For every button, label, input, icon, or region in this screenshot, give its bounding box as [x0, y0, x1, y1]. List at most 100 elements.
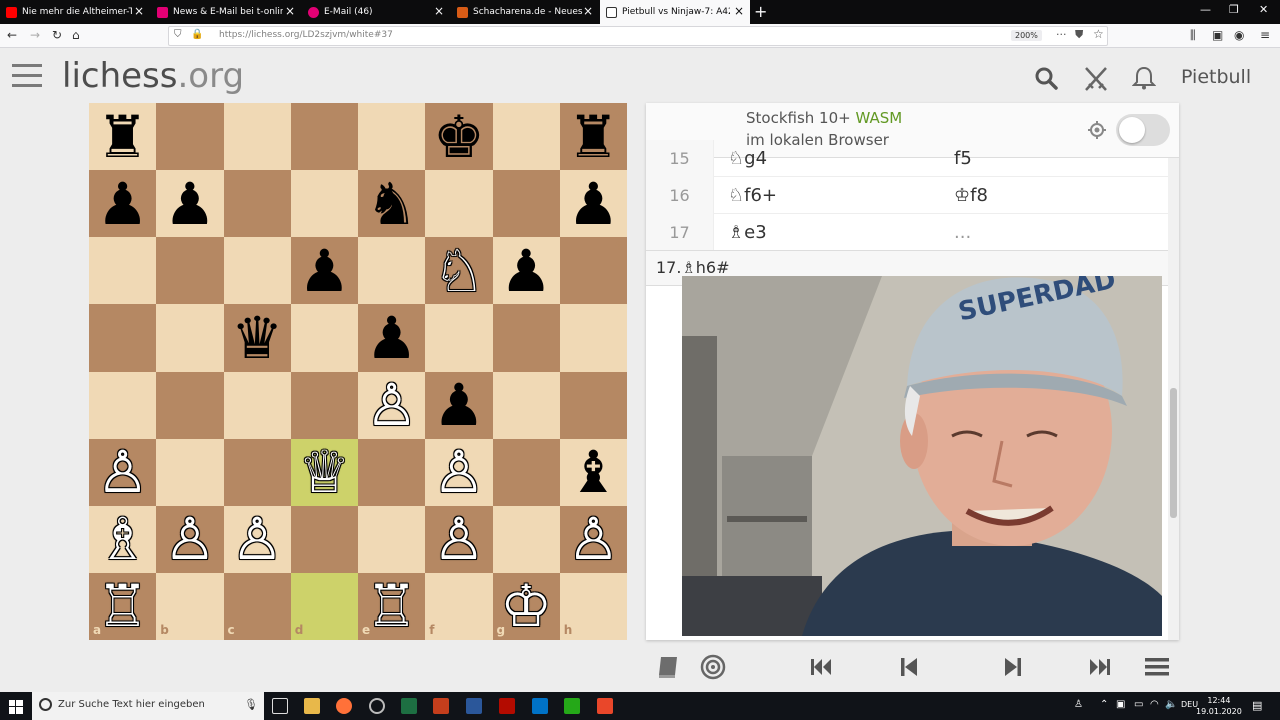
square-g4[interactable]	[492, 371, 560, 439]
browser-tab[interactable]: Schacharena.de - Neues Spiel ×	[451, 0, 599, 24]
black-move[interactable]: f5	[954, 140, 972, 177]
square-d8[interactable]	[290, 103, 358, 171]
book-icon[interactable]	[655, 654, 681, 684]
browser-tab[interactable]: E-Mail (46) ×	[302, 0, 450, 24]
square-c6[interactable]	[223, 237, 291, 305]
browser-tab[interactable]: Nie mehr die Altheimer-Tablett... ×	[0, 0, 150, 24]
acrobat-icon[interactable]	[499, 698, 515, 714]
black-bishop-h3[interactable]: ♝	[560, 439, 627, 506]
white-pawn-c2[interactable]: ♙	[224, 506, 291, 573]
square-g2[interactable]	[492, 505, 560, 573]
close-window-icon[interactable]: ✕	[1259, 3, 1268, 16]
square-f1[interactable]	[425, 572, 493, 640]
camtasia-recorder-icon[interactable]	[597, 698, 613, 714]
square-d7[interactable]	[290, 170, 358, 238]
black-knight-e7[interactable]: ♞	[358, 170, 425, 237]
camtasia-icon[interactable]	[564, 698, 580, 714]
close-icon[interactable]: ×	[285, 5, 295, 17]
black-pawn-g6[interactable]: ♟	[493, 237, 560, 304]
square-d2[interactable]	[290, 505, 358, 573]
white-move[interactable]: ♘g4	[728, 140, 767, 177]
square-b8[interactable]	[156, 103, 224, 171]
chess-board[interactable]: 8 7 6 5 4 3 2 1 a b c d e f g h ♜ ♚ ♜ ♟ ♟ ♞ ♟ ♟ ♘ ♟ ♛ ♟ ♙ ♟ ♙ ♕ ♙ ♝ ♗ ♙ ♙ ♙ ♙ ♖…	[89, 103, 627, 640]
black-pawn-f4[interactable]: ♟	[425, 372, 492, 439]
black-pawn-e5[interactable]: ♟	[358, 304, 425, 371]
volume-icon[interactable]: 🔈	[1165, 699, 1177, 710]
square-c4[interactable]	[223, 371, 291, 439]
menu-icon[interactable]	[1144, 654, 1170, 684]
challenge-swords-icon[interactable]	[1084, 66, 1108, 96]
square-e6[interactable]	[358, 237, 426, 305]
white-queen-d3[interactable]: ♕	[291, 439, 358, 506]
first-move-icon[interactable]	[808, 654, 834, 684]
square-d5[interactable]	[290, 304, 358, 372]
firefox-icon[interactable]	[336, 698, 352, 714]
square-g5[interactable]	[492, 304, 560, 372]
network-icon[interactable]: ◠	[1150, 699, 1159, 710]
hamburger-menu-icon[interactable]	[12, 64, 42, 87]
task-view-icon[interactable]	[272, 698, 288, 714]
powerpoint-icon[interactable]	[433, 698, 449, 714]
square-b5[interactable]	[156, 304, 224, 372]
white-rook-e1[interactable]: ♖	[358, 573, 425, 640]
black-pawn-h7[interactable]: ♟	[560, 170, 627, 237]
browser-tab[interactable]: News & E-Mail bei t-online.de ×	[151, 0, 301, 24]
microphone-icon[interactable]: 🎙	[244, 698, 258, 711]
square-e3[interactable]	[358, 438, 426, 506]
taskbar-search[interactable]: Zur Suche Text hier eingeben 🎙	[32, 692, 264, 720]
library-icon[interactable]: ⫼	[1190, 28, 1196, 42]
outlook-icon[interactable]	[532, 698, 548, 714]
white-pawn-e4[interactable]: ♙	[358, 372, 425, 439]
square-a6[interactable]	[89, 237, 157, 305]
white-pawn-f3[interactable]: ♙	[425, 439, 492, 506]
account-icon[interactable]: ◉	[1234, 28, 1244, 42]
next-move-icon[interactable]	[1000, 654, 1026, 684]
square-g3[interactable]	[492, 438, 560, 506]
square-b4[interactable]	[156, 371, 224, 439]
menu-icon[interactable]: ≡	[1260, 28, 1270, 42]
square-d4[interactable]	[290, 371, 358, 439]
white-pawn-a3[interactable]: ♙	[89, 439, 156, 506]
square-b3[interactable]	[156, 438, 224, 506]
black-move[interactable]: ♔f8	[954, 177, 988, 214]
black-rook-h8[interactable]: ♜	[560, 103, 627, 170]
square-c7[interactable]	[223, 170, 291, 238]
search-placeholder[interactable]: Zur Suche Text hier eingeben	[58, 699, 205, 710]
black-king-f8[interactable]: ♚	[425, 103, 492, 170]
square-a5[interactable]	[89, 304, 157, 372]
minimize-icon[interactable]: —	[1200, 3, 1211, 16]
white-rook-a1[interactable]: ♖	[89, 573, 156, 640]
white-bishop-a2[interactable]: ♗	[89, 506, 156, 573]
lock-icon[interactable]: 🔒	[191, 29, 203, 40]
practice-target-icon[interactable]	[700, 654, 726, 684]
username-link[interactable]: Pietbull	[1181, 66, 1251, 88]
move-list-scrollbar[interactable]	[1168, 158, 1179, 640]
square-a4[interactable]	[89, 371, 157, 439]
restore-icon[interactable]: ❐	[1229, 3, 1239, 16]
site-logo[interactable]: lichess.org	[62, 56, 244, 96]
square-b6[interactable]	[156, 237, 224, 305]
back-icon[interactable]: ←	[7, 28, 17, 42]
home-icon[interactable]: ⌂	[72, 28, 80, 42]
notifications-icon[interactable]: ▤	[1252, 699, 1262, 712]
address-bar[interactable]: ⛉ 🔒 https://lichess.org/LD2szjvm/white#3…	[168, 26, 1108, 46]
close-icon[interactable]: ×	[583, 5, 593, 17]
url-text[interactable]: https://lichess.org/LD2szjvm/white#37	[219, 30, 393, 40]
file-explorer-icon[interactable]	[304, 698, 320, 714]
windows-start-icon[interactable]	[9, 699, 23, 714]
search-icon[interactable]	[1034, 66, 1058, 94]
square-e2[interactable]	[358, 505, 426, 573]
pocket-icon[interactable]: ⛊	[1075, 28, 1083, 42]
black-pawn-b7[interactable]: ♟	[156, 170, 223, 237]
square-c3[interactable]	[223, 438, 291, 506]
zoom-level[interactable]: 200%	[1011, 30, 1042, 41]
chrome-icon[interactable]	[369, 698, 385, 714]
square-e8[interactable]	[358, 103, 426, 171]
white-pawn-h2[interactable]: ♙	[560, 506, 627, 573]
bookmark-star-icon[interactable]: ☆	[1093, 27, 1104, 41]
square-c8[interactable]	[223, 103, 291, 171]
square-f5[interactable]	[425, 304, 493, 372]
black-move[interactable]: ...	[954, 214, 971, 251]
last-move-icon[interactable]	[1087, 654, 1113, 684]
close-icon[interactable]: ×	[434, 5, 444, 17]
